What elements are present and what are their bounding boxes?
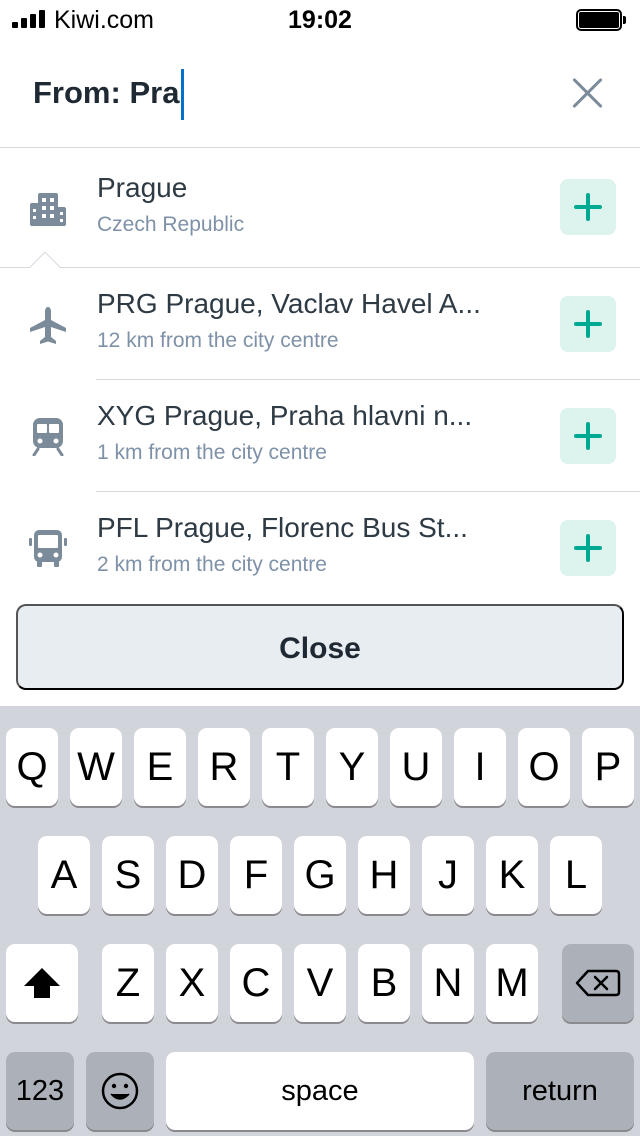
result-subtitle: 12 km from the city centre (97, 329, 339, 352)
status-bar: Kiwi.com 19:02 (0, 0, 640, 40)
return-key[interactable]: return (486, 1052, 634, 1130)
add-button[interactable] (560, 296, 616, 352)
key-n[interactable]: N (422, 944, 474, 1022)
result-title: PFL Prague, Florenc Bus St... (97, 512, 468, 543)
key-d[interactable]: D (166, 836, 218, 914)
list-item-train-station[interactable]: XYG Prague, Praha hlavni n... 1 km from … (0, 380, 640, 492)
search-query[interactable]: Pra (129, 75, 179, 110)
key-c[interactable]: C (230, 944, 282, 1022)
backspace-key[interactable] (562, 944, 634, 1022)
result-subtitle: 1 km from the city centre (97, 441, 327, 464)
battery-icon (576, 9, 626, 31)
key-s[interactable]: S (102, 836, 154, 914)
key-t[interactable]: T (262, 728, 314, 806)
result-title: XYG Prague, Praha hlavni n... (97, 400, 473, 431)
search-bar[interactable]: From: Pra (0, 40, 640, 148)
keyboard: Q W E R T Y U I O P A S D F G H J K L Z … (0, 706, 640, 1136)
key-v[interactable]: V (294, 944, 346, 1022)
list-item-bus-station[interactable]: PFL Prague, Florenc Bus St... 2 km from … (0, 492, 640, 604)
emoji-key[interactable] (86, 1052, 154, 1130)
key-m[interactable]: M (486, 944, 538, 1022)
add-button[interactable] (560, 408, 616, 464)
key-w[interactable]: W (70, 728, 122, 806)
search-prefix: From: (33, 75, 121, 110)
key-g[interactable]: G (294, 836, 346, 914)
add-button[interactable] (560, 179, 616, 235)
shift-key[interactable] (6, 944, 78, 1022)
list-item-city[interactable]: Prague Czech Republic (0, 149, 640, 261)
search-input[interactable]: From: Pra (33, 75, 179, 111)
airplane-icon (30, 307, 66, 344)
close-panel: Close (0, 604, 640, 706)
key-h[interactable]: H (358, 836, 410, 914)
train-icon (32, 418, 64, 456)
key-i[interactable]: I (454, 728, 506, 806)
key-o[interactable]: O (518, 728, 570, 806)
text-cursor (181, 69, 184, 120)
close-button[interactable]: Close (16, 604, 624, 690)
result-subtitle: 2 km from the city centre (97, 553, 327, 576)
key-y[interactable]: Y (326, 728, 378, 806)
key-r[interactable]: R (198, 728, 250, 806)
result-subtitle: Czech Republic (97, 213, 245, 236)
key-a[interactable]: A (38, 836, 90, 914)
numbers-key[interactable]: 123 (6, 1052, 74, 1130)
key-z[interactable]: Z (102, 944, 154, 1022)
key-j[interactable]: J (422, 836, 474, 914)
bus-icon (29, 530, 67, 567)
results-list: Prague Czech Republic PRG Prague, Vaclav… (0, 149, 640, 604)
clear-search-icon[interactable] (572, 78, 602, 108)
emoji-icon (101, 1072, 139, 1110)
result-title: Prague (97, 172, 188, 203)
key-e[interactable]: E (134, 728, 186, 806)
shift-icon (24, 968, 60, 998)
city-icon (30, 193, 66, 226)
space-key[interactable]: space (166, 1052, 474, 1130)
key-k[interactable]: K (486, 836, 538, 914)
key-p[interactable]: P (582, 728, 634, 806)
key-b[interactable]: B (358, 944, 410, 1022)
key-u[interactable]: U (390, 728, 442, 806)
backspace-icon (575, 969, 621, 997)
list-item-airport[interactable]: PRG Prague, Vaclav Havel A... 12 km from… (0, 268, 640, 380)
key-l[interactable]: L (550, 836, 602, 914)
result-title: PRG Prague, Vaclav Havel A... (97, 288, 481, 319)
add-button[interactable] (560, 520, 616, 576)
key-x[interactable]: X (166, 944, 218, 1022)
key-q[interactable]: Q (6, 728, 58, 806)
key-f[interactable]: F (230, 836, 282, 914)
status-time: 19:02 (288, 6, 352, 34)
